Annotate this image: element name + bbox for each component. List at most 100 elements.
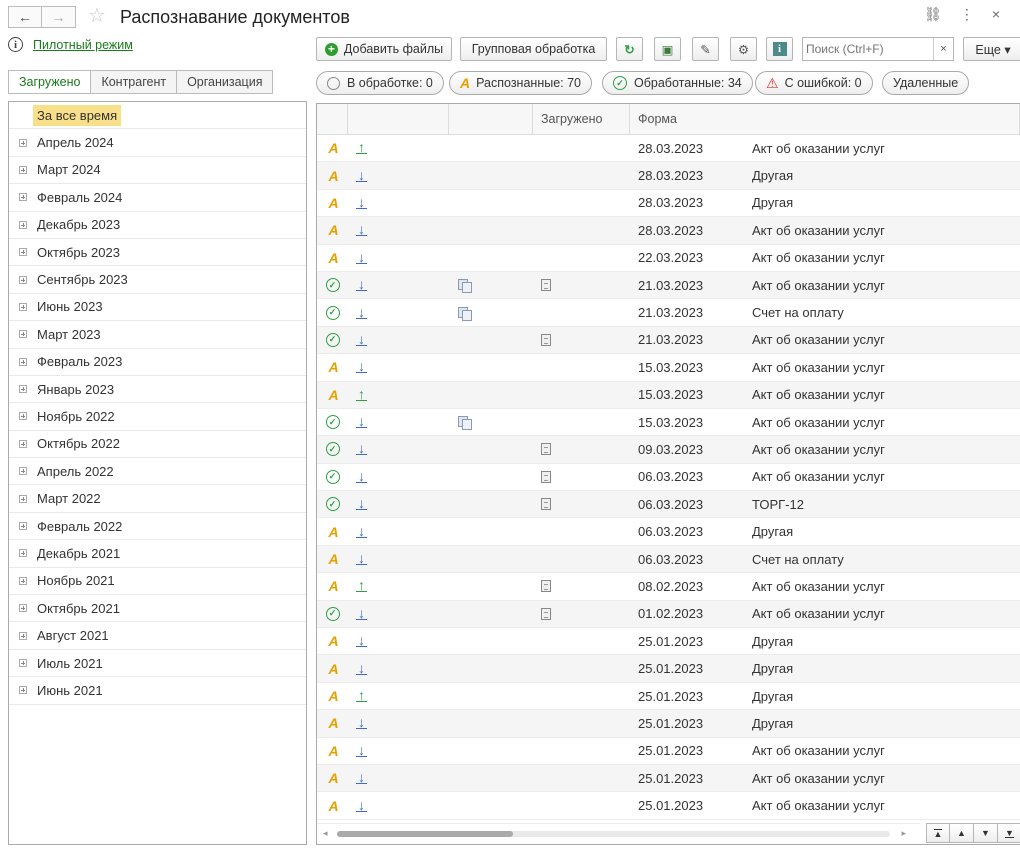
expand-icon[interactable] (19, 494, 27, 503)
table-row[interactable]: A ↓ 25.01.2023 Другая (317, 655, 1020, 683)
table-row[interactable]: A ↑ 25.01.2023 Другая (317, 683, 1020, 711)
table-row[interactable]: ✓ ↓ 06.03.2023 ТОРГ-12 (317, 491, 1020, 519)
table-row[interactable]: A ↓ 22.03.2023 Акт об оказании услуг (317, 245, 1020, 272)
tree-item[interactable]: Октябрь 2023 (9, 239, 306, 267)
tree-item[interactable]: Апрель 2024 (9, 129, 306, 157)
tree-item[interactable]: Март 2024 (9, 157, 306, 185)
scroll-right-icon[interactable]: ▸ (901, 828, 906, 839)
column-header-attachments[interactable] (449, 104, 533, 134)
table-row[interactable]: ✓ ↓ 06.03.2023 Акт об оказании услуг (317, 464, 1020, 492)
column-header-uploaded[interactable]: Загружено (533, 104, 630, 134)
column-header-direction[interactable] (348, 104, 449, 134)
expand-icon[interactable] (19, 248, 27, 257)
table-row[interactable]: A ↓ 25.01.2023 Акт об оказании услуг (317, 792, 1020, 820)
expand-icon[interactable] (19, 138, 27, 147)
filter-errors[interactable]: ⚠ С ошибкой: 0 (755, 71, 873, 95)
search-clear-icon[interactable]: × (933, 38, 953, 60)
tree-item[interactable]: Декабрь 2023 (9, 212, 306, 239)
expand-icon[interactable] (19, 385, 27, 394)
expand-icon[interactable] (19, 412, 27, 421)
tree-item[interactable]: Апрель 2022 (9, 458, 306, 486)
table-row[interactable]: ✓ ↓ 21.03.2023 Акт об оказании услуг (317, 326, 1020, 355)
table-row[interactable]: ✓ ↓ 21.03.2023 Акт об оказании услуг (317, 271, 1020, 300)
tree-item[interactable]: Ноябрь 2021 (9, 568, 306, 596)
tree-item[interactable]: Июнь 2021 (9, 677, 306, 705)
expand-icon[interactable] (19, 686, 27, 695)
expand-icon[interactable] (19, 439, 27, 448)
expand-icon[interactable] (19, 549, 27, 558)
tree-item[interactable]: Сентябрь 2023 (9, 266, 306, 294)
expand-icon[interactable] (19, 165, 27, 174)
table-row[interactable]: A ↑ 28.03.2023 Акт об оказании услуг (317, 135, 1020, 163)
close-icon[interactable]: × (992, 6, 1000, 23)
settings-icon[interactable]: ⚙ (730, 37, 757, 61)
column-header-status[interactable] (317, 104, 348, 134)
filter-processing[interactable]: В обработке: 0 (316, 71, 444, 95)
more-menu-icon[interactable]: ⋮ (960, 6, 974, 23)
table-row[interactable]: ✓ ↓ 15.03.2023 Акт об оказании услуг (317, 409, 1020, 437)
previous-page-icon[interactable]: ▲ (950, 823, 974, 843)
table-row[interactable]: A ↓ 15.03.2023 Акт об оказании услуг (317, 354, 1020, 382)
scroll-track[interactable] (337, 831, 890, 837)
column-header-form[interactable]: Форма (630, 104, 1020, 134)
pilot-mode-link[interactable]: Пилотный режим (33, 38, 133, 52)
expand-icon[interactable] (19, 659, 27, 667)
forward-button[interactable]: → (42, 6, 76, 28)
tree-item[interactable]: Январь 2023 (9, 376, 306, 404)
expand-icon[interactable] (19, 220, 27, 229)
expand-icon[interactable] (19, 631, 27, 640)
expand-icon[interactable] (19, 604, 27, 613)
table-row[interactable]: A ↑ 15.03.2023 Акт об оказании услуг (317, 381, 1020, 409)
tree-item-all-time[interactable]: За все время (9, 102, 306, 130)
table-row[interactable]: ✓ ↓ 21.03.2023 Счет на оплату (317, 299, 1020, 327)
table-row[interactable]: ✓ ↓ 09.03.2023 Акт об оказании услуг (317, 436, 1020, 464)
tree-item[interactable]: Февраль 2022 (9, 513, 306, 541)
expand-icon[interactable] (19, 467, 27, 476)
tab-organization[interactable]: Организация (177, 70, 274, 94)
table-row[interactable]: A ↓ 25.01.2023 Акт об оказании услуг (317, 764, 1020, 793)
filter-recognized[interactable]: A Распознанные: 70 (449, 71, 593, 95)
table-row[interactable]: A ↓ 25.01.2023 Другая (317, 710, 1020, 738)
table-row[interactable]: A ↑ 08.02.2023 Акт об оказании услуг (317, 573, 1020, 601)
tree-item[interactable]: Март 2023 (9, 321, 306, 349)
info-button[interactable]: i (766, 37, 793, 61)
horizontal-scrollbar[interactable]: ◂ ▸ (317, 823, 920, 843)
expand-icon[interactable] (19, 330, 27, 339)
more-button[interactable]: Еще ▾ (963, 37, 1020, 61)
tree-item[interactable]: Ноябрь 2022 (9, 403, 306, 431)
tree-item[interactable]: Июнь 2023 (9, 294, 306, 322)
scroll-left-icon[interactable]: ◂ (323, 828, 328, 839)
filter-deleted[interactable]: Удаленные (882, 71, 970, 95)
expand-icon[interactable] (19, 522, 27, 531)
tree-item[interactable]: Октябрь 2021 (9, 595, 306, 623)
table-row[interactable]: A ↓ 25.01.2023 Другая (317, 628, 1020, 656)
filter-processed[interactable]: ✓ Обработанные: 34 (602, 71, 753, 95)
tree-item[interactable]: Март 2022 (9, 485, 306, 513)
search-input[interactable] (803, 38, 933, 60)
last-page-icon[interactable]: ▼ (998, 823, 1020, 843)
scroll-thumb[interactable] (337, 831, 513, 837)
link-icon[interactable]: ⛓ (924, 6, 942, 23)
table-row[interactable]: ✓ ↓ 01.02.2023 Акт об оказании услуг (317, 600, 1020, 629)
expand-icon[interactable] (19, 193, 27, 202)
group-processing-button[interactable]: Групповая обработка (460, 37, 607, 61)
expand-icon[interactable] (19, 302, 27, 311)
attachment-icon[interactable]: ✎ (692, 37, 719, 61)
table-row[interactable]: A ↓ 06.03.2023 Другая (317, 518, 1020, 546)
back-button[interactable]: ← (8, 6, 42, 28)
refresh-icon[interactable]: ↻ (616, 37, 643, 61)
table-row[interactable]: A ↓ 28.03.2023 Акт об оказании услуг (317, 217, 1020, 245)
favorite-star-icon[interactable]: ☆ (88, 5, 106, 27)
tab-uploaded[interactable]: Загружено (8, 70, 92, 94)
table-row[interactable]: A ↓ 06.03.2023 Счет на оплату (317, 545, 1020, 574)
tree-item[interactable]: Февраль 2024 (9, 184, 306, 212)
table-row[interactable]: A ↓ 25.01.2023 Акт об оказании услуг (317, 738, 1020, 765)
expand-icon[interactable] (19, 357, 27, 366)
add-files-button[interactable]: + Добавить файлы (316, 37, 452, 61)
expand-icon[interactable] (19, 275, 27, 284)
tree-item[interactable]: Декабрь 2021 (9, 540, 306, 568)
table-row[interactable]: A ↓ 28.03.2023 Другая (317, 162, 1020, 190)
next-page-icon[interactable]: ▼ (974, 823, 998, 843)
table-row[interactable]: A ↓ 28.03.2023 Другая (317, 190, 1020, 218)
first-page-icon[interactable]: ▲ (926, 823, 950, 843)
